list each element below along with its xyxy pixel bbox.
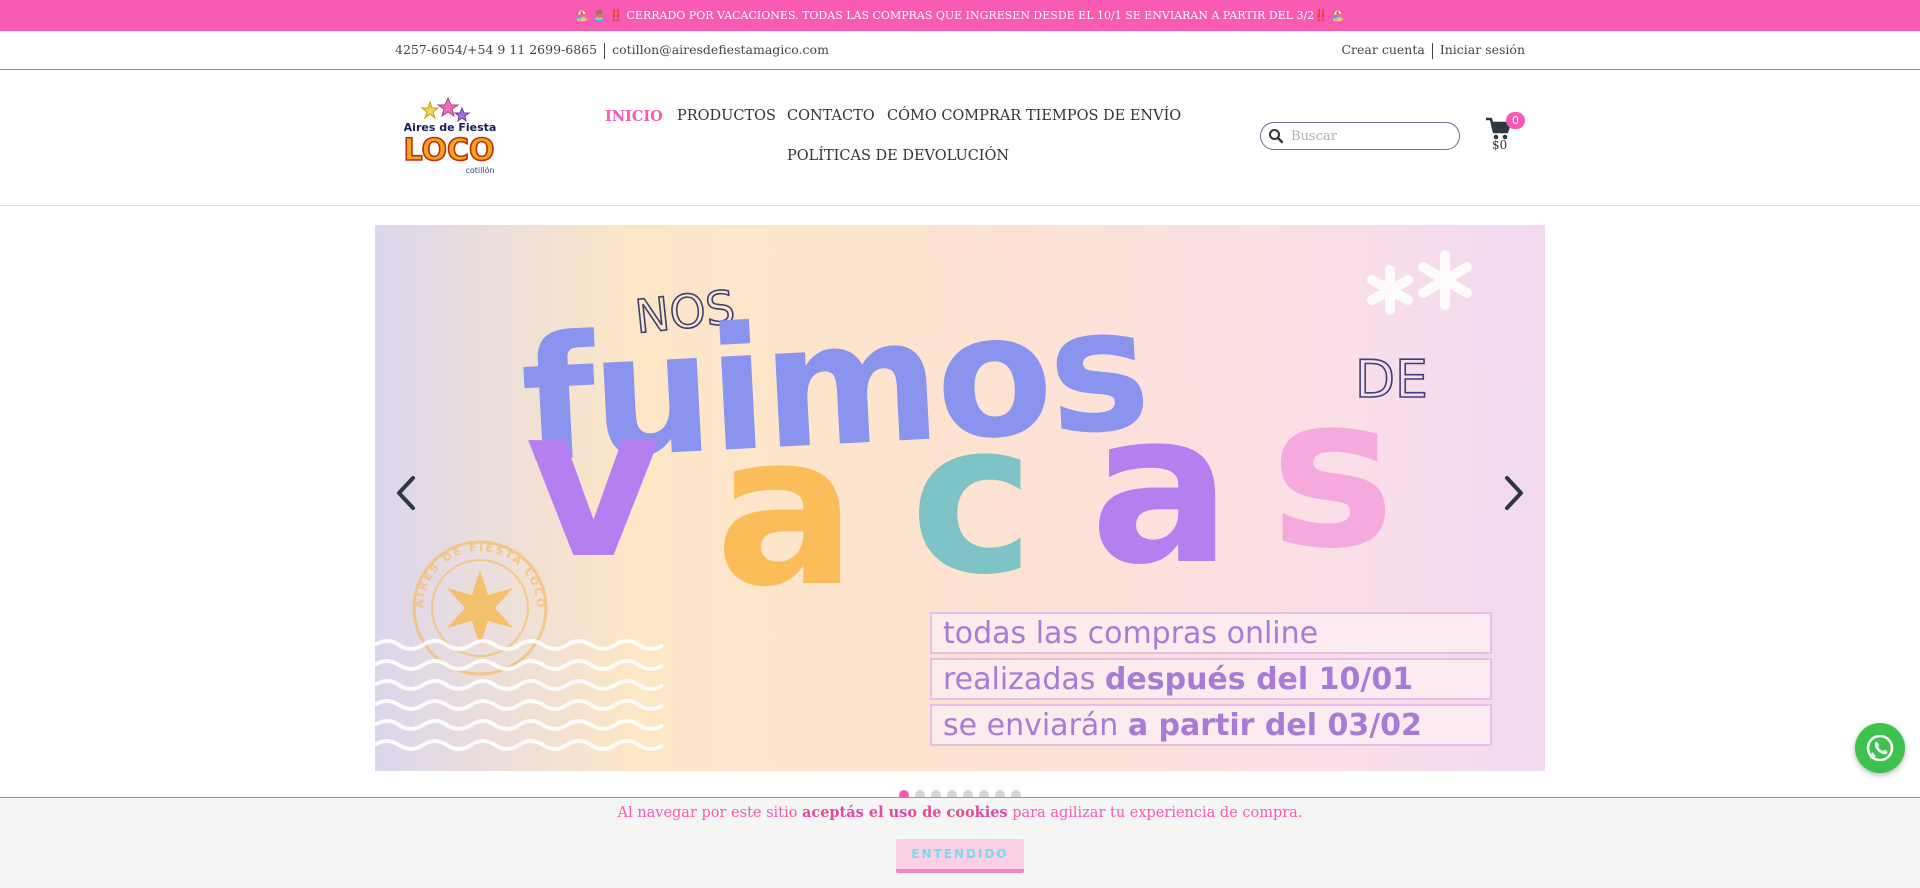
slider-pagination (0, 785, 1920, 800)
logo-line2: LOCO (403, 133, 494, 168)
nav-item-como-comprar[interactable]: CÓMO COMPRAR (887, 108, 1021, 124)
logo-star-yellow (420, 100, 440, 120)
store-logo[interactable]: Aires de Fiesta LOCO cotillón (400, 96, 500, 178)
top-info-bar: 4257-6054/+54 9 11 2699-6865 cotillon@air… (0, 31, 1920, 70)
cookie-banner: Al navegar por este sitio aceptás el uso… (0, 797, 1920, 888)
nav-item-productos[interactable]: PRODUCTOS (677, 108, 776, 124)
announcement-bar: 🏖️ 🏝️ ‼️ CERRADO POR VACACIONES. TODAS L… (0, 0, 1920, 31)
hero-letter-v: v (525, 360, 659, 605)
nav-item-tiempos-de-envio[interactable]: TIEMPOS DE ENVÍO (1026, 108, 1181, 124)
hero-line3-plain: se enviarán (943, 708, 1128, 743)
wavy-lines (375, 639, 665, 751)
cookie-text-after: para agilizar tu experiencia de compra. (1007, 805, 1303, 821)
cookie-message: Al navegar por este sitio aceptás el uso… (0, 804, 1920, 821)
hero-line2-bold: después del 10/01 (1105, 662, 1413, 697)
hero-letter-c: c (910, 376, 1028, 621)
asterisk-decoration (1367, 250, 1472, 315)
account-links: Crear cuenta Iniciar sesión (1341, 42, 1525, 59)
create-account-link[interactable]: Crear cuenta (1341, 42, 1424, 57)
svg-text:se enviarán a partir del 03/02: se enviarán a partir del 03/02 (943, 708, 1422, 743)
hero-letter-a1: a (715, 388, 851, 633)
svg-text:todas las compras online: todas las compras online (943, 616, 1318, 651)
nav-item-politicas-de-devolucion[interactable]: POLÍTICAS DE DEVOLUCIÓN (787, 148, 1009, 164)
divider (604, 42, 606, 59)
slider-next-arrow[interactable] (1493, 468, 1533, 518)
whatsapp-icon (1866, 734, 1894, 762)
phone-link[interactable]: 4257-6054/+54 9 11 2699-6865 (395, 42, 597, 57)
email-link[interactable]: cotillon@airesdefiestamagico.com (612, 42, 829, 57)
cookie-text-bold: aceptás el uso de cookies (801, 804, 1008, 821)
cart-widget[interactable]: 0 $0 (1485, 112, 1525, 156)
nav-item-inicio[interactable]: INICIO (605, 108, 663, 125)
cart-total: $0 (1492, 138, 1508, 152)
whatsapp-button[interactable] (1855, 723, 1905, 773)
cookie-text-before: Al navegar por este sitio (617, 805, 802, 821)
cart-count-badge: 0 (1506, 112, 1525, 129)
slider-prev-arrow[interactable] (387, 468, 427, 518)
login-link[interactable]: Iniciar sesión (1440, 42, 1525, 57)
hero-banner[interactable]: AIRES DE FIESTA LOCO NOS fuimos DE v a c… (375, 225, 1545, 771)
cookie-accept-button[interactable]: ENTENDIDO (896, 839, 1024, 873)
nav-item-contacto[interactable]: CONTACTO (787, 108, 875, 124)
search-box (1260, 122, 1460, 150)
hero-artwork: AIRES DE FIESTA LOCO NOS fuimos DE v a c… (375, 250, 1492, 751)
hero-info-lines: todas las compras online realizadas desp… (930, 612, 1492, 746)
hero-line1-plain: todas las compras online (943, 616, 1318, 651)
site-header: Aires de Fiesta LOCO cotillón INICIO PRO… (0, 70, 1920, 206)
hero-letter-s: s (1270, 350, 1389, 595)
search-input[interactable] (1291, 126, 1451, 146)
hero-line2-plain: realizadas (943, 662, 1105, 697)
divider (1431, 42, 1433, 59)
hero-line3-bold: a partir del 03/02 (1128, 708, 1422, 743)
svg-text:v a c a: v a c a s (525, 350, 1389, 633)
search-icon[interactable] (1268, 128, 1284, 144)
logo-star-purple (453, 106, 471, 123)
logo-line3: cotillón (465, 165, 494, 175)
svg-text:realizadas después del 10/01: realizadas después del 10/01 (943, 662, 1413, 697)
hero-letter-a2: a (1090, 366, 1226, 611)
contact-info: 4257-6054/+54 9 11 2699-6865 cotillon@air… (395, 42, 829, 59)
